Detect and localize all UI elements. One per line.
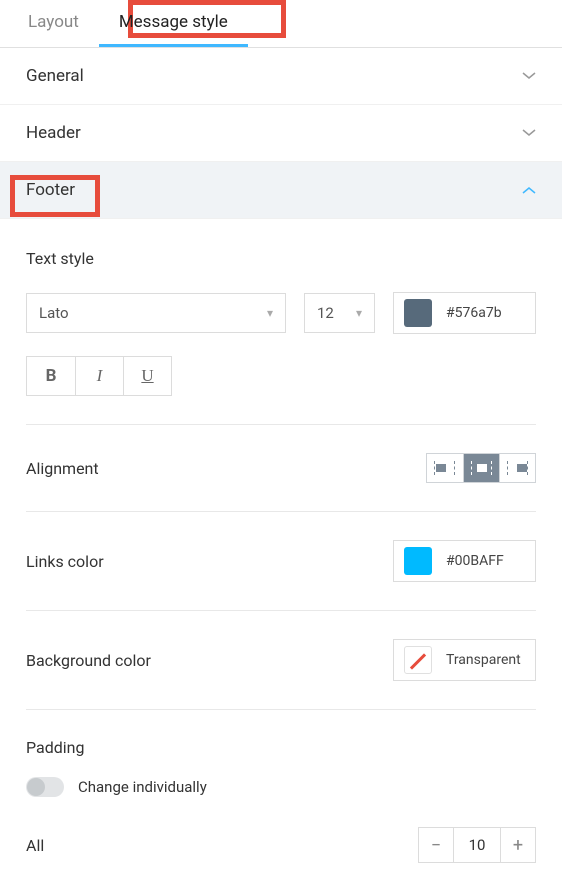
chevron-up-icon: [522, 183, 536, 197]
chevron-down-icon: [522, 69, 536, 83]
align-center-button[interactable]: [463, 454, 499, 482]
italic-button[interactable]: I: [75, 357, 123, 395]
alignment-label: Alignment: [26, 459, 99, 478]
divider: [26, 709, 536, 710]
text-color-value: #576a7b: [446, 305, 502, 321]
align-right-icon: [507, 461, 529, 475]
accordion-general[interactable]: General: [0, 48, 562, 105]
links-color-value: #00BAFF: [446, 553, 504, 569]
background-color-value: Transparent: [446, 652, 521, 668]
align-left-icon: [434, 461, 456, 475]
text-color-swatch: [404, 299, 432, 327]
padding-increment-button[interactable]: +: [501, 828, 535, 862]
padding-all-value[interactable]: 10: [453, 828, 501, 862]
accordion-footer-label: Footer: [26, 180, 75, 200]
chevron-down-icon: [522, 126, 536, 140]
links-color-swatch: [404, 547, 432, 575]
caret-down-icon: ▾: [356, 306, 362, 320]
transparent-swatch: [404, 646, 432, 674]
background-color-field[interactable]: Transparent: [393, 639, 536, 681]
padding-all-label: All: [26, 836, 44, 855]
background-color-label: Background color: [26, 651, 151, 670]
align-center-icon: [471, 461, 493, 475]
links-color-field[interactable]: #00BAFF: [393, 540, 536, 582]
font-select-value: Lato: [39, 304, 69, 322]
tab-bar: Layout Message style: [0, 0, 562, 48]
padding-title: Padding: [26, 738, 536, 757]
divider: [26, 610, 536, 611]
accordion-general-label: General: [26, 66, 84, 86]
toggle-knob: [27, 778, 45, 796]
font-size-select[interactable]: 12 ▾: [304, 293, 375, 333]
alignment-group: [426, 453, 536, 483]
padding-all-stepper: − 10 +: [418, 827, 536, 863]
change-individually-toggle[interactable]: [26, 777, 64, 797]
divider: [26, 424, 536, 425]
tab-layout[interactable]: Layout: [8, 0, 99, 47]
underline-button[interactable]: U: [123, 357, 171, 395]
font-select[interactable]: Lato ▾: [26, 293, 286, 333]
bold-button[interactable]: B: [27, 357, 75, 395]
accordion-footer[interactable]: Footer: [0, 162, 562, 219]
text-style-title: Text style: [26, 249, 536, 268]
footer-panel: Text style Lato ▾ 12 ▾ #576a7b B I U Ali…: [0, 219, 562, 863]
align-left-button[interactable]: [427, 454, 463, 482]
text-color-field[interactable]: #576a7b: [393, 292, 536, 334]
align-right-button[interactable]: [499, 454, 535, 482]
caret-down-icon: ▾: [267, 306, 273, 320]
tab-message-style[interactable]: Message style: [99, 0, 248, 47]
padding-decrement-button[interactable]: −: [419, 828, 453, 862]
text-format-group: B I U: [26, 356, 172, 396]
divider: [26, 511, 536, 512]
links-color-label: Links color: [26, 552, 104, 571]
font-size-value: 12: [317, 304, 334, 322]
change-individually-label: Change individually: [78, 778, 207, 796]
accordion-header[interactable]: Header: [0, 105, 562, 162]
accordion-header-label: Header: [26, 123, 81, 143]
